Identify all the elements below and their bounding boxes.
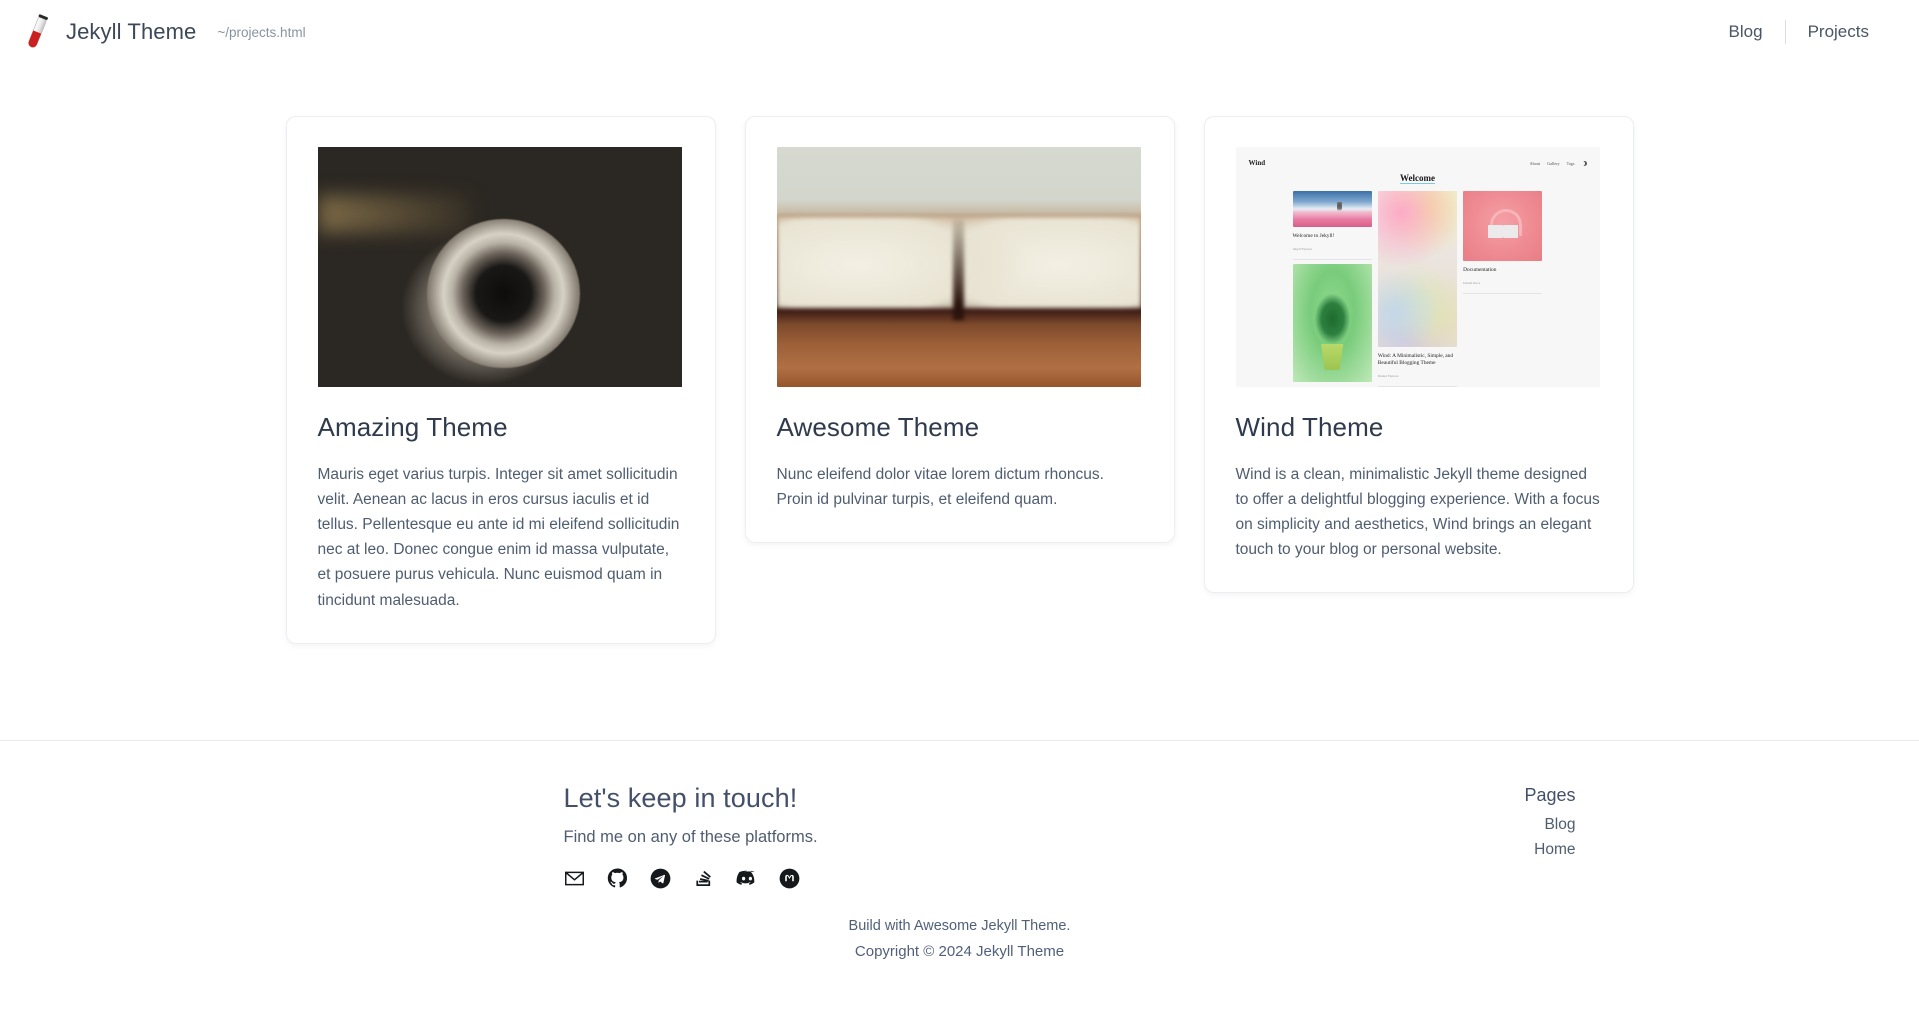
wind-preview-post-meta: Jekyll Explore — [1292, 246, 1313, 251]
primary-nav: Blog Projects — [1707, 20, 1891, 44]
project-card-description: Nunc eleifend dolor vitae lorem dictum r… — [776, 466, 1104, 509]
project-card-wind-theme[interactable]: Wind About Gallery Tags Welcome Welcome … — [1203, 116, 1634, 594]
project-card-awesome-theme[interactable]: Awesome Theme Nunc eleifend dolor vitae … — [744, 116, 1175, 544]
project-card-image-wind-screenshot: Wind About Gallery Tags Welcome Welcome … — [1235, 147, 1600, 387]
project-card-description: Wind is a clean, minimalistic Jekyll the… — [1235, 466, 1600, 559]
wind-preview-post-meta: Daniel Docs — [1463, 280, 1481, 285]
brand-path: ~/projects.html — [217, 24, 306, 40]
stackoverflow-icon[interactable] — [693, 868, 715, 890]
project-card-title: Wind Theme — [1235, 412, 1384, 442]
footer-heading: Let's keep in touch! — [563, 782, 798, 813]
wind-preview-thumb-eggs — [1377, 191, 1458, 347]
brand-title: Jekyll Theme — [66, 19, 197, 44]
project-card-amazing-theme[interactable]: Amazing Theme Mauris eget varius turpis.… — [285, 116, 716, 644]
wind-preview-heading: Welcome — [1400, 173, 1435, 183]
wind-preview-nav-gallery: Gallery — [1547, 160, 1560, 166]
wind-preview-post-title: Documentation — [1463, 267, 1497, 273]
footer-pages-heading: Pages — [1524, 784, 1576, 805]
footer-contact-section: Let's keep in touch! Find me on any of t… — [300, 783, 1320, 890]
list-item: Home — [1320, 841, 1575, 859]
wind-preview-nav-tags: Tags — [1566, 160, 1575, 166]
test-tube-icon — [28, 14, 48, 48]
footer-link-home[interactable]: Home — [1534, 841, 1575, 858]
brand-link[interactable]: Jekyll Theme ~/projects.html — [22, 13, 306, 51]
list-item: Blog — [1320, 816, 1575, 834]
moon-icon — [1582, 161, 1587, 166]
project-card-image-camera — [317, 147, 682, 387]
site-header: Jekyll Theme ~/projects.html Blog Projec… — [0, 0, 1919, 64]
wind-preview-post-title: Wind: A Minimalistic, Simple, and Beauti… — [1377, 352, 1454, 367]
discord-icon[interactable] — [736, 868, 758, 890]
wind-preview-rule — [1463, 292, 1543, 294]
project-card-image-book — [776, 147, 1141, 387]
project-cards-row: Amazing Theme Mauris eget varius turpis.… — [0, 116, 1919, 644]
wind-preview-thumb-field — [1292, 191, 1372, 227]
footer-copyright: Copyright © 2024 Jekyll Theme — [854, 942, 1065, 960]
footer-subtitle: Find me on any of these platforms. — [563, 827, 818, 846]
footer-pages-list: Blog Home — [1320, 816, 1575, 859]
email-icon[interactable] — [564, 868, 586, 890]
social-links-row — [564, 868, 1320, 890]
footer-build-line: Build with Awesome Jekyll Theme. — [848, 917, 1071, 934]
wind-preview-rule — [1292, 258, 1372, 260]
wind-preview-thumb-plant — [1292, 263, 1372, 382]
github-icon[interactable] — [607, 868, 629, 890]
nav-item-projects[interactable]: Projects — [1786, 22, 1891, 42]
footer-link-blog[interactable]: Blog — [1544, 816, 1575, 833]
footer-bottom: Build with Awesome Jekyll Theme. Copyrig… — [0, 916, 1919, 962]
site-footer: Let's keep in touch! Find me on any of t… — [0, 741, 1919, 962]
project-card-description: Mauris eget varius turpis. Integer sit a… — [317, 466, 680, 609]
nav-item-blog[interactable]: Blog — [1707, 22, 1785, 42]
footer-pages-section: Pages Blog Home — [1320, 783, 1620, 859]
wind-preview-thumb-headphones — [1463, 191, 1543, 261]
wind-preview-nav: Wind About Gallery Tags — [1236, 154, 1600, 172]
wind-preview-brand: Wind — [1248, 159, 1266, 167]
telegram-icon[interactable] — [650, 868, 672, 890]
mastodon-icon[interactable] — [779, 868, 801, 890]
project-card-title: Amazing Theme — [317, 412, 508, 442]
main-content: Amazing Theme Mauris eget varius turpis.… — [0, 64, 1919, 644]
wind-preview-post-meta: Daniel Explore — [1377, 374, 1399, 379]
wind-preview-post-title: Welcome to Jekyll! — [1292, 233, 1335, 239]
wind-preview-rule — [1377, 386, 1458, 387]
wind-preview-nav-about: About — [1529, 160, 1541, 166]
project-card-title: Awesome Theme — [776, 412, 980, 442]
